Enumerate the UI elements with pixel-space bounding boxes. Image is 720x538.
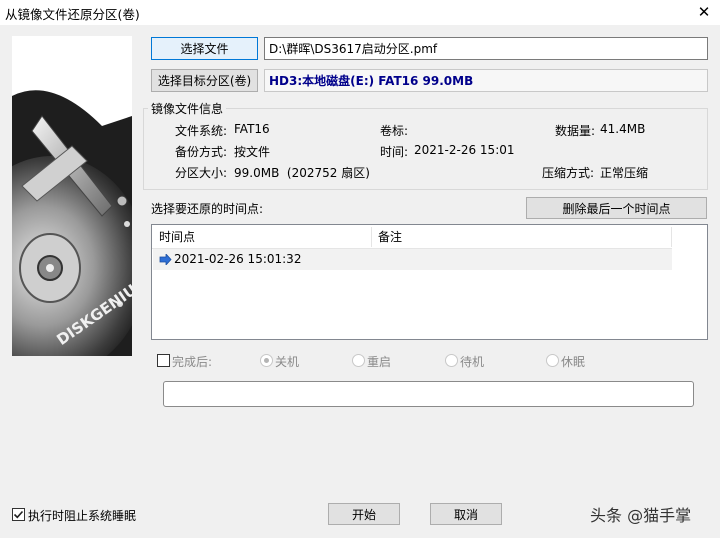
data-amount-label: 数据量: [555,124,596,138]
window-title: 从镜像文件还原分区(卷) [5,7,140,22]
radio-hibernate[interactable] [546,354,559,367]
checkmark-icon [13,510,24,519]
progress-bar [163,381,694,407]
column-header-time[interactable]: 时间点 [153,226,195,248]
radio-hibernate-label: 休眠 [561,355,586,369]
table-row[interactable]: 2021-02-26 15:01:32 [153,249,672,270]
hard-disk-illustration: DISKGENIUS [12,36,132,356]
fs-value: FAT16 [234,122,270,136]
fs-label: 文件系统: [175,124,228,138]
watermark: 头条 @猫手掌 [590,506,692,525]
radio-standby[interactable] [445,354,458,367]
backup-method-value: 按文件 [234,145,271,159]
close-icon[interactable]: ✕ [694,2,714,22]
title-bar: 从镜像文件还原分区(卷) ✕ [0,0,720,25]
file-path-field[interactable]: D:\群晖\DS3617启动分区.pmf [264,37,708,60]
volume-label: 卷标: [380,124,409,138]
target-partition-field: HD3:本地磁盘(E:) FAT16 99.0MB [264,69,708,92]
timepoint-time: 2021-02-26 15:01:32 [174,252,302,266]
delete-last-timepoint-button[interactable]: 删除最后一个时间点 [526,197,707,219]
start-button[interactable]: 开始 [328,503,400,525]
partition-size-value: 99.0MB (202752 扇区) [234,166,370,180]
column-divider-end [671,227,672,247]
radio-restart[interactable] [352,354,365,367]
cancel-button[interactable]: 取消 [430,503,502,525]
radio-standby-label: 待机 [460,355,485,369]
select-target-button[interactable]: 选择目标分区(卷) [151,69,258,92]
timepoint-prompt: 选择要还原的时间点: [151,202,264,216]
compression-label: 压缩方式: [542,166,595,180]
radio-shutdown[interactable] [260,354,273,367]
radio-restart-label: 重启 [367,355,392,369]
backup-method-label: 备份方式: [175,145,228,159]
diskgenius-artwork: DISKGENIUS [12,36,132,356]
time-label: 时间: [380,145,409,159]
radio-shutdown-label: 关机 [275,355,300,369]
time-value: 2021-2-26 15:01 [414,143,515,157]
data-amount-value: 41.4MB [600,122,646,136]
prevent-sleep-checkbox[interactable] [12,508,25,521]
select-file-button[interactable]: 选择文件 [151,37,258,60]
column-header-note[interactable]: 备注 [372,226,402,248]
after-completion-checkbox[interactable] [157,354,170,367]
after-completion-label: 完成后: [172,355,213,369]
compression-value: 正常压缩 [600,166,649,180]
list-header [152,225,672,249]
partition-size-label: 分区大小: [175,166,228,180]
arrow-right-icon [159,254,172,265]
prevent-sleep-label: 执行时阻止系统睡眠 [28,509,137,523]
image-info-group-label: 镜像文件信息 [148,100,227,117]
